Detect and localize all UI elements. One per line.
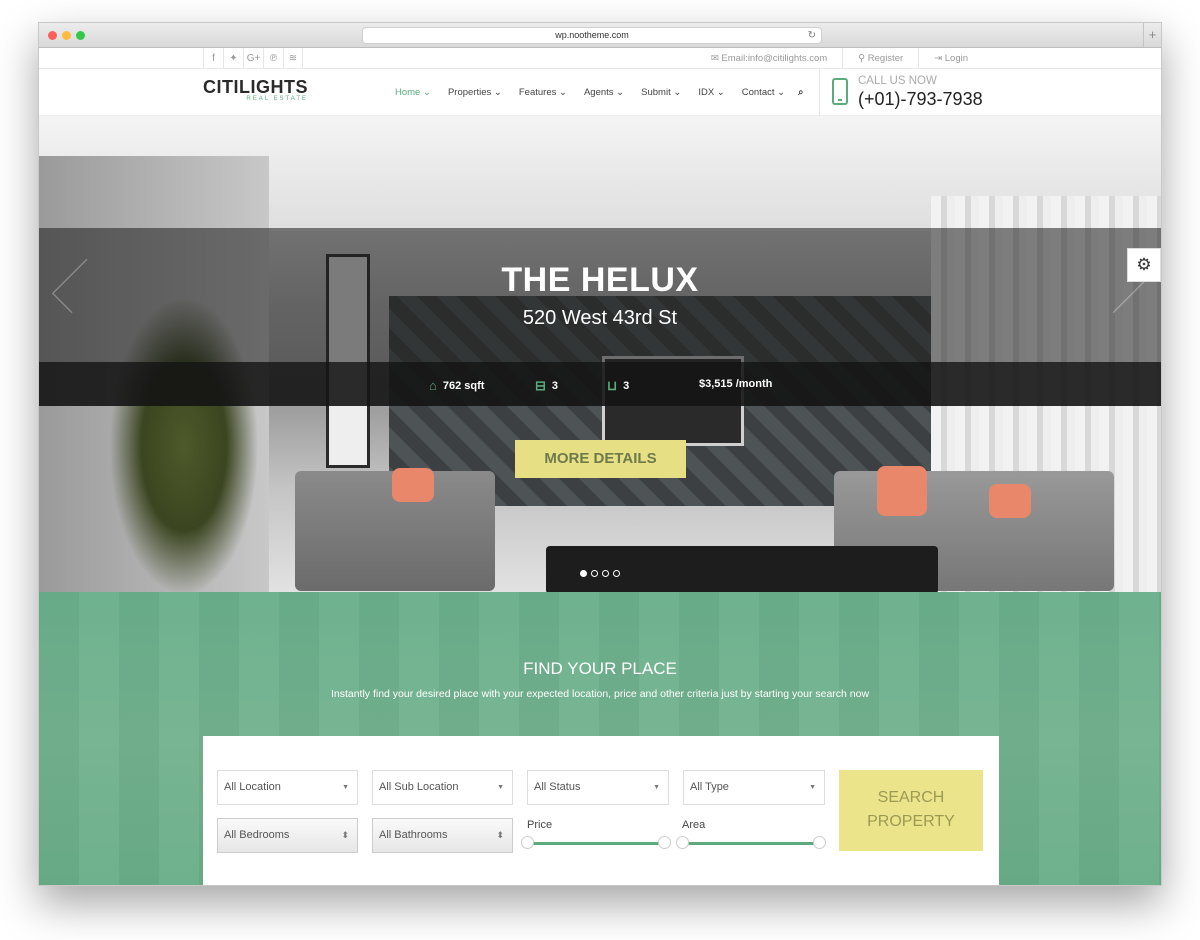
find-subtitle: Instantly find your desired place with y… bbox=[330, 688, 870, 700]
find-title: FIND YOUR PLACE bbox=[523, 659, 677, 678]
main-nav: Home ⌄ Properties ⌄ Features ⌄ Agents ⌄ … bbox=[395, 69, 820, 116]
search-icon[interactable]: ⌕ bbox=[798, 69, 803, 116]
phone-icon bbox=[832, 78, 848, 105]
nav-item-agents[interactable]: Agents ⌄ bbox=[584, 69, 624, 116]
stat-area-value: 762 sqft bbox=[442, 379, 485, 392]
address-bar[interactable]: wp.nootheme.com ↻ bbox=[362, 27, 822, 44]
bedrooms-select[interactable]: All Bedrooms ⬍ bbox=[217, 818, 358, 853]
facebook-icon[interactable]: f bbox=[203, 48, 223, 69]
sub-location-select[interactable]: All Sub Location ▼ bbox=[372, 770, 513, 805]
slider-dots bbox=[580, 570, 624, 577]
property-title: THE HELUX bbox=[501, 261, 699, 299]
nav-item-idx[interactable]: IDX ⌄ bbox=[698, 69, 724, 116]
stat-price-value: $3,515 /month bbox=[699, 378, 773, 390]
area-label: Area bbox=[682, 819, 706, 831]
site-header: CITILIGHTS REAL ESTATE Home ⌄ Properties… bbox=[39, 69, 1161, 116]
rss-icon[interactable]: ≋ bbox=[283, 48, 303, 69]
nav-item-features[interactable]: Features ⌄ bbox=[519, 69, 567, 116]
maximize-window-button[interactable] bbox=[76, 31, 85, 40]
hero-image-pillow bbox=[392, 468, 434, 502]
sub-location-select-value: All Sub Location bbox=[379, 781, 459, 793]
call-box: CALL US NOW (+01)-793-7938 bbox=[819, 69, 1161, 116]
search-button-line1: SEARCH bbox=[877, 789, 945, 806]
slider-dot[interactable] bbox=[613, 570, 620, 577]
hero-image-pillow bbox=[877, 466, 927, 516]
url-text: wp.nootheme.com bbox=[555, 30, 629, 40]
search-panel: All Location ▼ All Sub Location ▼ All Stat… bbox=[203, 736, 999, 885]
price-min-handle[interactable] bbox=[521, 836, 534, 849]
google-plus-icon[interactable]: G+ bbox=[243, 48, 263, 69]
pinterest-icon[interactable]: ℗ bbox=[263, 48, 283, 69]
new-tab-button[interactable]: + bbox=[1143, 23, 1161, 47]
nav-item-submit[interactable]: Submit ⌄ bbox=[641, 69, 681, 116]
logo-main-text: CITILIGHTS bbox=[203, 77, 308, 97]
login-link[interactable]: ⇥ Login bbox=[918, 48, 983, 69]
stat-area: ⌂ 762 sqft bbox=[429, 378, 484, 393]
settings-gear-icon[interactable]: ⚙ bbox=[1127, 248, 1161, 282]
hero-image-table bbox=[546, 546, 938, 592]
bed-icon: ⊟ bbox=[535, 378, 546, 393]
stat-price: $3,515 /month bbox=[699, 378, 772, 390]
browser-titlebar: wp.nootheme.com ↻ + bbox=[39, 23, 1161, 48]
property-address: 520 West 43rd St bbox=[522, 307, 678, 329]
search-property-button[interactable]: SEARCH PROPERTY bbox=[839, 770, 983, 851]
area-min-handle[interactable] bbox=[676, 836, 689, 849]
nav-item-home[interactable]: Home ⌄ bbox=[395, 69, 431, 116]
browser-window: wp.nootheme.com ↻ + f ✦ G+ ℗ ≋ ✉ Email:i… bbox=[38, 22, 1162, 886]
status-select-value: All Status bbox=[534, 781, 581, 793]
location-select[interactable]: All Location ▼ bbox=[217, 770, 358, 805]
site-logo[interactable]: CITILIGHTS REAL ESTATE bbox=[203, 78, 308, 102]
slider-dot[interactable] bbox=[591, 570, 598, 577]
reload-icon[interactable]: ↻ bbox=[808, 28, 816, 43]
nav-item-properties[interactable]: Properties ⌄ bbox=[448, 69, 502, 116]
chevron-down-icon: ▼ bbox=[497, 784, 504, 791]
bedrooms-select-value: All Bedrooms bbox=[224, 829, 290, 841]
area-max-handle[interactable] bbox=[813, 836, 826, 849]
call-label: CALL US NOW bbox=[858, 75, 937, 87]
nav-item-contact[interactable]: Contact ⌄ bbox=[742, 69, 785, 116]
location-select-value: All Location bbox=[224, 781, 281, 793]
house-icon: ⌂ bbox=[429, 378, 437, 393]
bath-icon: ⊔ bbox=[607, 378, 618, 393]
slider-dot[interactable] bbox=[580, 570, 587, 577]
stat-bathrooms-value: 3 bbox=[623, 380, 630, 392]
call-number[interactable]: (+01)-793-7938 bbox=[858, 89, 983, 110]
more-details-button[interactable]: MORE DETAILS bbox=[515, 440, 686, 478]
top-bar: f ✦ G+ ℗ ≋ ✉ Email:info@citilights.com ⚲… bbox=[39, 48, 1161, 69]
twitter-icon[interactable]: ✦ bbox=[223, 48, 243, 69]
register-link[interactable]: ⚲ Register bbox=[842, 48, 918, 69]
stats-overlay bbox=[39, 362, 1161, 406]
updown-icon: ⬍ bbox=[496, 830, 504, 840]
stat-bedrooms-value: 3 bbox=[551, 380, 559, 392]
find-your-place-section: FIND YOUR PLACE Instantly find your desi… bbox=[39, 592, 1161, 885]
type-select-value: All Type bbox=[690, 781, 729, 793]
bathrooms-select-value: All Bathrooms bbox=[379, 829, 448, 841]
top-links: ✉ Email:info@citilights.com ⚲ Register ⇥… bbox=[696, 48, 983, 69]
price-range-slider[interactable] bbox=[527, 842, 666, 845]
area-range-slider[interactable] bbox=[683, 842, 822, 845]
close-window-button[interactable] bbox=[48, 31, 57, 40]
hero-slider: THE HELUX 520 West 43rd St ⌂ 762 sqft ⊟ 3 … bbox=[39, 116, 1161, 592]
email-link[interactable]: ✉ Email:info@citilights.com bbox=[696, 48, 842, 69]
social-links: f ✦ G+ ℗ ≋ bbox=[203, 48, 303, 69]
hero-image-pillow bbox=[989, 484, 1031, 518]
updown-icon: ⬍ bbox=[341, 830, 349, 840]
status-select[interactable]: All Status ▼ bbox=[527, 770, 669, 805]
bathrooms-select[interactable]: All Bathrooms ⬍ bbox=[372, 818, 513, 853]
chevron-down-icon: ▼ bbox=[653, 784, 660, 791]
price-label: Price bbox=[527, 819, 553, 831]
chevron-down-icon: ▼ bbox=[809, 784, 816, 791]
slider-dot[interactable] bbox=[602, 570, 609, 577]
minimize-window-button[interactable] bbox=[62, 31, 71, 40]
search-button-line2: PROPERTY bbox=[867, 813, 955, 830]
stat-bathrooms: ⊔ 3 bbox=[607, 378, 629, 394]
type-select[interactable]: All Type ▼ bbox=[683, 770, 825, 805]
price-max-handle[interactable] bbox=[658, 836, 671, 849]
stat-bedrooms: ⊟ 3 bbox=[535, 378, 558, 394]
chevron-down-icon: ▼ bbox=[342, 784, 349, 791]
